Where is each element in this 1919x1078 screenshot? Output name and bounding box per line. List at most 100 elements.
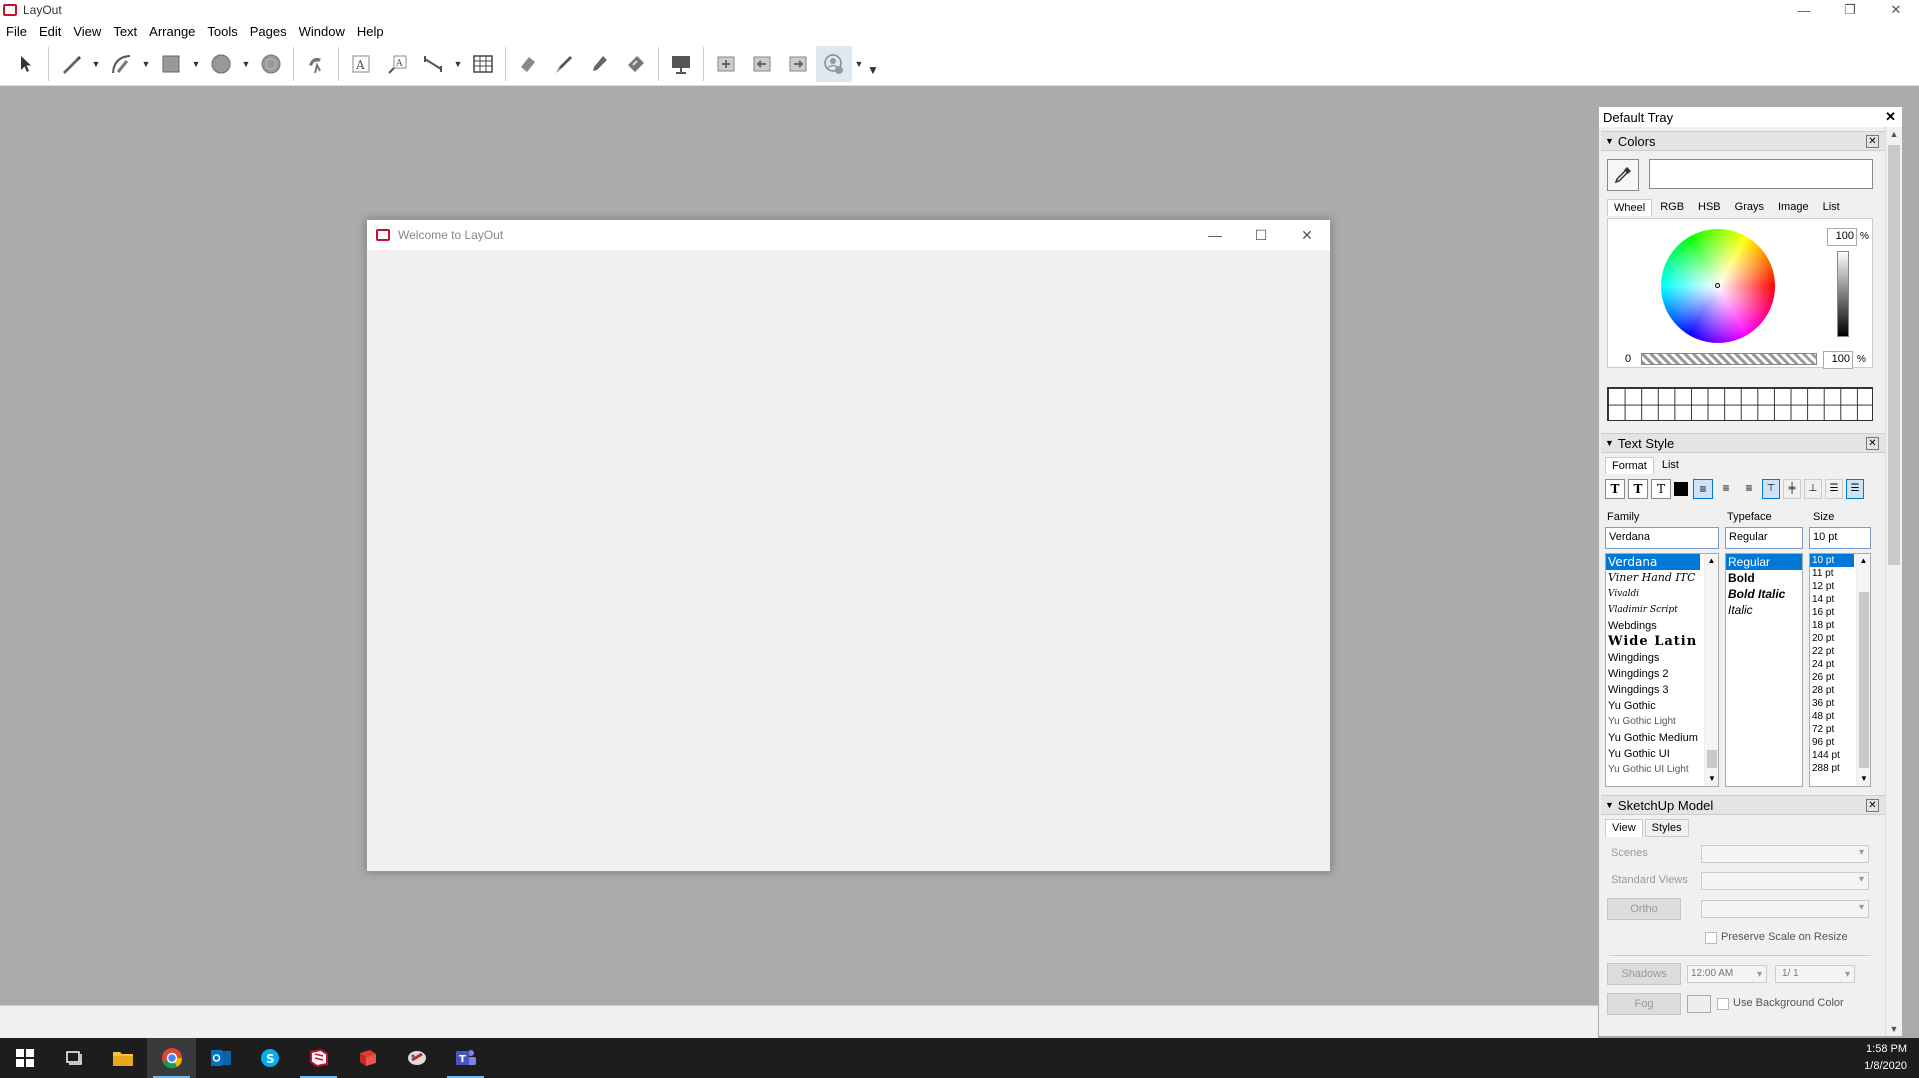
line-tool-icon[interactable]	[53, 46, 89, 82]
dimension-tool-icon[interactable]	[415, 46, 451, 82]
scroll-down-icon[interactable]: ▼	[1886, 1024, 1902, 1034]
scroll-thumb[interactable]	[1859, 592, 1869, 768]
text-style-panel-header[interactable]: ▼ Text Style ✕	[1601, 433, 1885, 453]
text-color-icon[interactable]	[1674, 479, 1690, 499]
taskbar-chrome[interactable]	[147, 1038, 196, 1078]
preserve-scale-checkbox[interactable]	[1705, 932, 1717, 944]
typeface-item[interactable]: Regular	[1726, 554, 1802, 570]
align-center-icon[interactable]: ≡	[1716, 479, 1736, 499]
font-item[interactable]: Vivaldi	[1606, 586, 1700, 602]
sketchup-model-panel-header[interactable]: ▼ SketchUp Model ✕	[1601, 795, 1885, 815]
shadows-button[interactable]: Shadows	[1607, 963, 1681, 985]
tab-styles[interactable]: Styles	[1644, 819, 1689, 837]
shadow-time-input[interactable]: 12:00 AM	[1687, 965, 1767, 983]
size-list[interactable]: 10 pt 11 pt 12 pt 14 pt 16 pt 18 pt 20 p…	[1809, 553, 1871, 787]
colors-panel-close-icon[interactable]: ✕	[1866, 134, 1879, 148]
line-tool-dropdown[interactable]: ▼	[89, 46, 103, 82]
rectangle-tool-icon[interactable]	[153, 46, 189, 82]
opacity-input[interactable]: 100	[1823, 351, 1853, 369]
opacity-slider[interactable]	[1641, 353, 1817, 365]
task-view-button[interactable]	[49, 1038, 98, 1078]
font-item[interactable]: Wingdings 2	[1606, 666, 1700, 682]
scroll-up-icon[interactable]: ▲	[1857, 554, 1870, 568]
size-input[interactable]: 10 pt	[1809, 527, 1871, 549]
next-page-icon[interactable]	[780, 46, 816, 82]
tab-hsb[interactable]: HSB	[1692, 199, 1727, 216]
menu-pages[interactable]: Pages	[244, 24, 293, 39]
tab-format[interactable]: Format	[1605, 457, 1654, 474]
scroll-down-icon[interactable]: ▼	[1705, 772, 1718, 786]
presentation-icon[interactable]	[663, 46, 699, 82]
menu-edit[interactable]: Edit	[33, 24, 67, 39]
erase-tool-icon[interactable]	[510, 46, 546, 82]
dialog-maximize-button[interactable]: ☐	[1238, 220, 1284, 250]
start-button[interactable]	[0, 1038, 49, 1078]
font-item[interactable]: Wingdings 3	[1606, 682, 1700, 698]
text-style-panel-close-icon[interactable]: ✕	[1866, 436, 1879, 450]
offset-tool-icon[interactable]	[298, 46, 334, 82]
menu-window[interactable]: Window	[293, 24, 351, 39]
outline-style-icon[interactable]: T	[1628, 479, 1648, 499]
font-item[interactable]: Viner Hand ITC	[1606, 570, 1700, 586]
circle-tool-icon[interactable]	[203, 46, 239, 82]
standard-views-select[interactable]	[1701, 872, 1869, 890]
dimension-tool-dropdown[interactable]: ▼	[451, 46, 465, 82]
plain-style-icon[interactable]: T	[1651, 479, 1671, 499]
font-item[interactable]: Verdana	[1606, 554, 1700, 570]
text-tool-icon[interactable]: A	[343, 46, 379, 82]
font-item[interactable]: Wingdings	[1606, 650, 1700, 666]
minimize-button[interactable]: —	[1781, 0, 1827, 20]
select-tool-icon[interactable]	[8, 46, 44, 82]
menu-file[interactable]: File	[0, 24, 33, 39]
collaborate-icon[interactable]	[816, 45, 852, 82]
menu-help[interactable]: Help	[351, 24, 390, 39]
dialog-minimize-button[interactable]: —	[1192, 220, 1238, 250]
rectangle-tool-dropdown[interactable]: ▼	[189, 46, 203, 82]
typeface-input[interactable]: Regular	[1725, 527, 1803, 549]
tab-grays[interactable]: Grays	[1729, 199, 1770, 216]
table-tool-icon[interactable]	[465, 46, 501, 82]
size-item[interactable]: 10 pt	[1810, 554, 1854, 567]
tab-rgb[interactable]: RGB	[1654, 199, 1690, 216]
tab-list[interactable]: List	[1817, 199, 1846, 216]
style-tool-icon[interactable]	[546, 46, 582, 82]
menu-view[interactable]: View	[67, 24, 107, 39]
menu-arrange[interactable]: Arrange	[143, 24, 201, 39]
close-button[interactable]: ✕	[1873, 0, 1919, 20]
font-item[interactable]: Yu Gothic Medium	[1606, 730, 1700, 746]
tab-wheel[interactable]: Wheel	[1607, 199, 1653, 216]
split-tool-icon[interactable]	[582, 46, 618, 82]
arc-tool-dropdown[interactable]: ▼	[139, 46, 153, 82]
tray-scrollbar[interactable]: ▲ ▼	[1885, 127, 1902, 1036]
sketchup-model-panel-close-icon[interactable]: ✕	[1866, 798, 1879, 812]
label-tool-icon[interactable]: A	[379, 46, 415, 82]
align-right-icon[interactable]: ≡	[1739, 479, 1759, 499]
color-swatch-grid[interactable]	[1607, 387, 1873, 421]
family-input[interactable]: Verdana	[1605, 527, 1719, 549]
font-item[interactable]: Webdings	[1606, 618, 1700, 634]
typeface-item[interactable]: Bold	[1726, 570, 1802, 586]
anchor-top-icon[interactable]: ⊤	[1762, 479, 1780, 499]
anchor-middle-icon[interactable]: ╪	[1783, 479, 1801, 499]
font-item[interactable]: Vladimir Script	[1606, 602, 1700, 618]
typeface-item[interactable]: Italic	[1726, 602, 1802, 618]
restore-button[interactable]: ❐	[1827, 0, 1873, 20]
menu-text[interactable]: Text	[107, 24, 143, 39]
collaborate-dropdown[interactable]: ▼	[852, 46, 866, 82]
taskbar-clock[interactable]: 1:58 PM 1/8/2020	[1864, 1041, 1907, 1075]
use-background-color-checkbox[interactable]	[1717, 998, 1729, 1010]
taskbar-file-explorer[interactable]	[98, 1038, 147, 1078]
shadow-date-input[interactable]: 1/ 1	[1775, 965, 1855, 983]
scroll-up-icon[interactable]: ▲	[1886, 129, 1902, 139]
scroll-thumb[interactable]	[1888, 145, 1900, 565]
join-tool-icon[interactable]	[618, 46, 654, 82]
anchor-bottom-icon[interactable]: ⊥	[1804, 479, 1822, 499]
tab-image[interactable]: Image	[1772, 199, 1815, 216]
font-item[interactable]: Yu Gothic Light	[1606, 714, 1700, 730]
font-item[interactable]: Yu Gothic UI Light	[1606, 762, 1700, 778]
dialog-close-button[interactable]: ✕	[1284, 220, 1330, 250]
bounded-text-icon[interactable]: ☰	[1825, 479, 1843, 499]
toolbar-overflow-icon[interactable]: ▼	[866, 52, 880, 88]
taskbar-outlook[interactable]	[196, 1038, 245, 1078]
taskbar-sketchup[interactable]	[343, 1038, 392, 1078]
